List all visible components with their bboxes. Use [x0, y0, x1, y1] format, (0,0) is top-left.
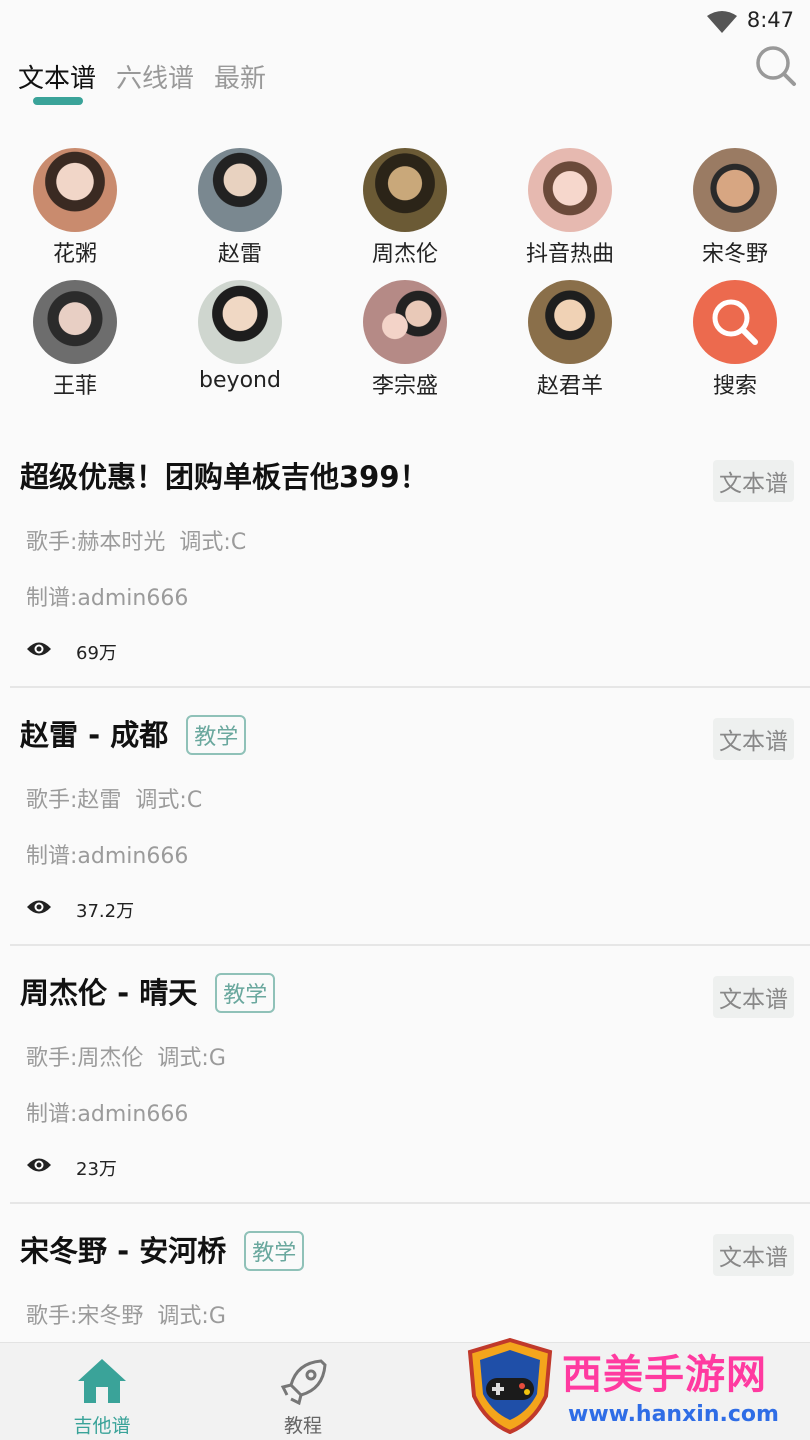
tab-latest[interactable]: 最新: [214, 58, 266, 95]
rocket-icon: [280, 1359, 327, 1406]
song-card[interactable]: 超级优惠！团购单板吉他399！ 文本谱 歌手:赫本时光 调式:C 制谱:admi…: [0, 430, 810, 688]
nav-label: 教程: [283, 1415, 322, 1437]
song-meta: 歌手:周杰伦 调式:G: [26, 1040, 226, 1072]
eye-icon: [27, 1158, 51, 1172]
song-meta: 歌手:宋冬野 调式:G: [26, 1298, 226, 1330]
type-badge: 文本谱: [713, 976, 794, 1018]
tab-indicator: [33, 97, 83, 105]
artist-name: 周杰伦: [371, 242, 438, 267]
home-icon: [78, 1359, 126, 1403]
artist-name: 李宗盛: [371, 374, 438, 399]
artist-item[interactable]: 李宗盛: [345, 280, 465, 400]
artist-item[interactable]: beyond: [180, 280, 300, 393]
artist-item[interactable]: 赵雷: [180, 148, 300, 268]
top-tabs: 文本谱 六线谱 最新: [0, 50, 810, 110]
tab-guitar-tab[interactable]: 六线谱: [116, 58, 194, 95]
artist-name: beyond: [199, 368, 281, 393]
artist-item[interactable]: 花粥: [15, 148, 135, 268]
song-meta: 歌手:赫本时光 调式:C: [26, 524, 246, 556]
teaching-badge: 教学: [244, 1231, 305, 1271]
song-title: 赵雷 - 成都 教学: [20, 712, 247, 757]
type-badge: 文本谱: [713, 718, 794, 760]
type-badge: 文本谱: [713, 460, 794, 502]
status-bar: 8:47: [0, 0, 810, 42]
avatar: [33, 148, 117, 232]
avatar: [198, 148, 282, 232]
singer: 歌手:赫本时光: [26, 530, 166, 555]
search-icon[interactable]: [754, 44, 798, 88]
artist-item[interactable]: 搜索: [675, 280, 795, 400]
song-title: 超级优惠！团购单板吉他399！: [20, 460, 429, 494]
singer: 歌手:赵雷: [26, 788, 122, 813]
gamepad-shield-icon: [467, 1338, 553, 1434]
singer: 歌手:宋冬野: [26, 1304, 144, 1329]
nav-label: 吉他谱: [73, 1415, 131, 1437]
avatar: [693, 148, 777, 232]
avatar: [198, 280, 282, 364]
bottom-nav: 吉他谱 教程 西美手游网 www.hanxin.com: [0, 1338, 810, 1440]
wifi-icon: [707, 11, 737, 33]
artist-item[interactable]: 赵君羊: [510, 280, 630, 400]
watermark-url: www.hanxin.com: [568, 1402, 779, 1427]
tab-text-score[interactable]: 文本谱: [18, 58, 96, 95]
song-author: 制谱:admin666: [26, 844, 189, 869]
watermark-logo: 西美手游网 www.hanxin.com: [464, 1338, 804, 1436]
artist-item[interactable]: 抖音热曲: [510, 148, 630, 268]
artist-item[interactable]: 宋冬野: [675, 148, 795, 268]
song-card[interactable]: 赵雷 - 成都 教学 文本谱 歌手:赵雷 调式:C 制谱:admin666 37.…: [0, 688, 810, 946]
artist-name: 王菲: [52, 374, 97, 399]
eye-icon: [27, 900, 51, 914]
avatar: [363, 148, 447, 232]
teaching-badge: 教学: [215, 973, 276, 1013]
artist-name: 宋冬野: [701, 242, 768, 267]
key: 调式:G: [157, 1304, 226, 1329]
teaching-badge: 教学: [186, 715, 247, 755]
key: 调式:C: [135, 788, 203, 813]
song-author: 制谱:admin666: [26, 586, 189, 611]
views-count: 23万: [76, 1159, 117, 1180]
song-meta: 歌手:赵雷 调式:C: [26, 782, 202, 814]
singer: 歌手:周杰伦: [26, 1046, 144, 1071]
avatar: [363, 280, 447, 364]
song-title: 宋冬野 - 安河桥 教学: [20, 1228, 305, 1273]
key: 调式:C: [179, 530, 247, 555]
song-author: 制谱:admin666: [26, 1102, 189, 1127]
avatar: [528, 280, 612, 364]
artist-name: 花粥: [52, 242, 97, 267]
eye-icon: [27, 642, 51, 656]
status-time: 8:47: [746, 8, 794, 32]
views-count: 69万: [76, 643, 117, 664]
watermark-title: 西美手游网: [562, 1352, 767, 1398]
avatar: [33, 280, 117, 364]
artist-item[interactable]: 周杰伦: [345, 148, 465, 268]
avatar: [528, 148, 612, 232]
type-badge: 文本谱: [713, 1234, 794, 1276]
search-avatar: [693, 280, 777, 364]
song-title: 周杰伦 - 晴天 教学: [20, 970, 276, 1015]
song-card[interactable]: 周杰伦 - 晴天 教学 文本谱 歌手:周杰伦 调式:G 制谱:admin666 2…: [0, 946, 810, 1204]
search-icon: [712, 299, 758, 345]
artist-name: 赵君羊: [536, 374, 603, 399]
artist-name: 赵雷: [217, 242, 262, 267]
nav-guitar-score[interactable]: 吉他谱: [42, 1357, 162, 1438]
artist-name: 抖音热曲: [525, 242, 614, 267]
artist-name: 搜索: [712, 374, 757, 399]
artist-item[interactable]: 王菲: [15, 280, 135, 400]
nav-tutorial[interactable]: 教程: [243, 1357, 363, 1438]
views-count: 37.2万: [76, 901, 135, 922]
key: 调式:G: [157, 1046, 226, 1071]
